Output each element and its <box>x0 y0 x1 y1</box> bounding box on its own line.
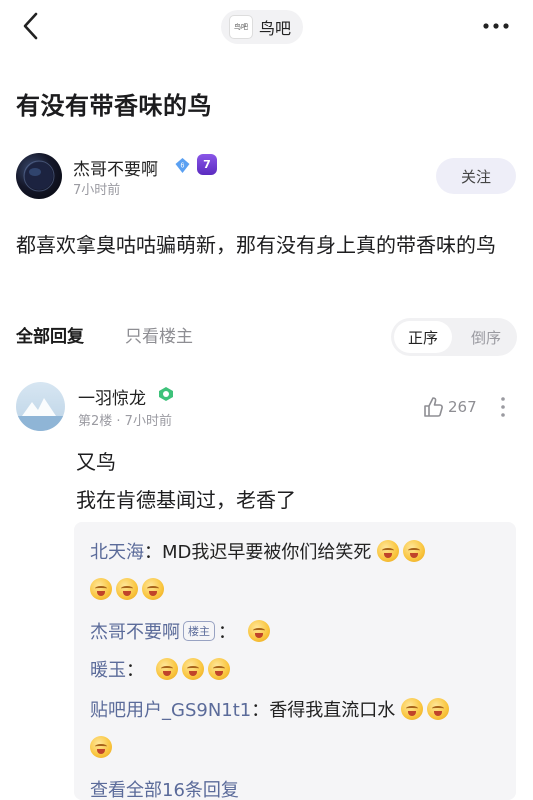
sub-reply[interactable]: 北天海：MD我迟早要被你们给笑死 <box>90 538 429 564</box>
like-thumb-icon[interactable] <box>422 396 444 418</box>
sort-descending-button[interactable]: 倒序 <box>457 321 515 353</box>
reply-text-line: 我在肯德基闻过，老香了 <box>76 488 296 512</box>
reply-more-icon[interactable] <box>497 394 509 420</box>
level-badge-icon: 6 <box>175 158 190 173</box>
tab-op-only[interactable]: 只看楼主 <box>125 322 193 347</box>
reply-meta: 第2楼 · 7小时前 <box>78 414 172 429</box>
sub-reply[interactable]: 杰哥不要啊 楼主： <box>90 618 274 644</box>
reply-author-name[interactable]: 一羽惊龙 <box>78 384 146 409</box>
laugh-emoji-icon <box>181 658 204 680</box>
sort-order-toggle: 正序 倒序 <box>391 318 517 356</box>
laugh-emoji-icon <box>403 540 426 562</box>
view-all-replies-link[interactable]: 查看全部16条回复 <box>90 776 239 800</box>
sub-reply[interactable]: 暖玉： <box>90 656 234 682</box>
laugh-emoji-icon <box>427 698 449 720</box>
forum-name: 鸟吧 <box>259 19 292 38</box>
laugh-emoji-icon <box>401 698 423 720</box>
tab-all-replies[interactable]: 全部回复 <box>16 322 84 347</box>
reply-text-line: 又鸟 <box>76 450 116 474</box>
sub-replies-box: 北天海：MD我迟早要被你们给笑死 杰哥不要啊 楼主： 暖玉： 贴吧用户_GS9N1… <box>74 522 516 800</box>
sub-reply-author[interactable]: 杰哥不要啊 <box>90 622 180 643</box>
sub-reply-text: MD我迟早要被你们给笑死 <box>162 542 372 563</box>
forum-logo: 鸟吧 <box>229 15 253 39</box>
laugh-emoji-icon <box>207 658 230 680</box>
laugh-emoji-icon <box>377 540 400 562</box>
follow-button[interactable]: 关注 <box>436 158 516 194</box>
laugh-emoji-icon <box>90 578 112 600</box>
back-arrow-icon[interactable] <box>16 10 48 42</box>
sort-ascending-button[interactable]: 正序 <box>394 321 452 353</box>
sub-reply-continued <box>90 736 116 759</box>
laugh-emoji-icon <box>155 658 178 680</box>
level-badge-icon <box>159 387 173 401</box>
sub-reply-author[interactable]: 北天海 <box>90 542 144 563</box>
laugh-emoji-icon <box>247 620 270 642</box>
member-badge: 7 <box>197 154 217 175</box>
author-avatar[interactable] <box>16 153 62 199</box>
author-name[interactable]: 杰哥不要啊 <box>73 155 158 180</box>
svg-text:6: 6 <box>181 163 185 170</box>
laugh-emoji-icon <box>116 578 138 600</box>
op-tag: 楼主 <box>183 621 215 641</box>
sub-reply-continued <box>90 578 168 601</box>
laugh-emoji-icon <box>90 736 112 758</box>
like-count: 267 <box>448 398 477 416</box>
more-options-icon[interactable] <box>481 13 511 39</box>
sub-reply-author[interactable]: 贴吧用户_GS9N1t1 <box>90 700 251 721</box>
top-bar: 鸟吧 鸟吧 <box>0 0 533 52</box>
post-time: 7小时前 <box>73 183 121 198</box>
forum-pill[interactable]: 鸟吧 鸟吧 <box>221 10 304 44</box>
post-title: 有没有带香味的鸟 <box>16 92 212 120</box>
sub-reply-text: 香得我直流口水 <box>269 700 396 721</box>
avatar-iceberg-icon <box>16 398 65 431</box>
reply-avatar[interactable] <box>16 382 65 431</box>
post-body: 都喜欢拿臭咕咕骗萌新，那有没有身上真的带香味的鸟 <box>16 233 496 257</box>
avatar-planet-icon <box>23 160 55 192</box>
sub-reply-author[interactable]: 暖玉 <box>90 660 126 681</box>
sub-reply[interactable]: 贴吧用户_GS9N1t1：香得我直流口水 <box>90 696 453 722</box>
laugh-emoji-icon <box>142 578 164 600</box>
